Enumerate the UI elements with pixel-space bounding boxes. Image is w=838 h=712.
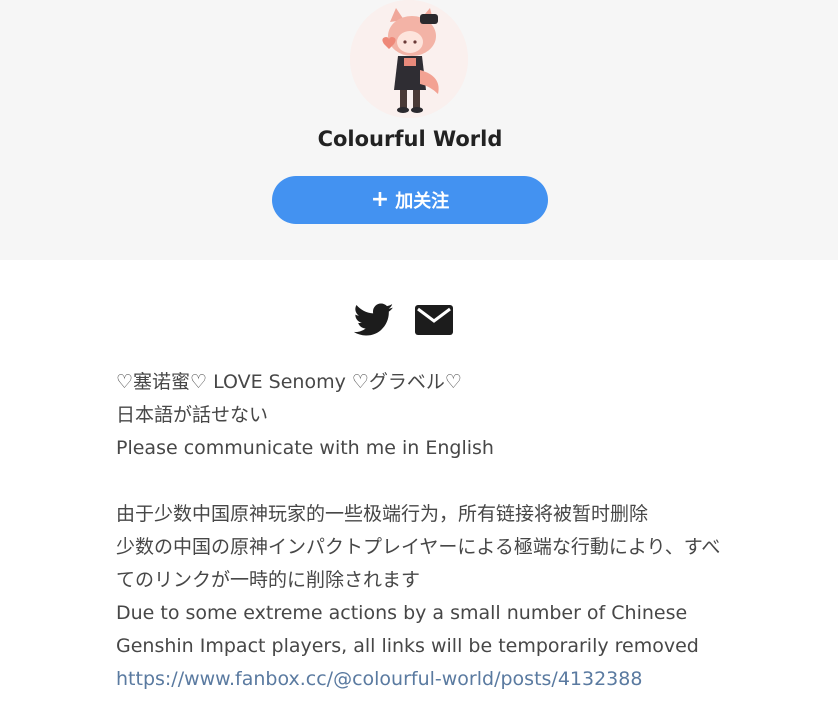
avatar-image — [350, 0, 468, 118]
follow-button-label: 加关注 — [395, 191, 450, 212]
plus-icon: + — [370, 187, 390, 212]
bio-spacer — [116, 465, 726, 498]
bio-line: 由于少数中国原神玩家的一些极端行为，所有链接将被暂时删除 — [116, 503, 649, 525]
twitter-icon[interactable] — [353, 300, 395, 340]
avatar[interactable] — [350, 0, 468, 118]
bio-line: Due to some extreme actions by a small n… — [116, 602, 699, 657]
bio-line: 日本語が話せない — [116, 404, 269, 426]
bio-line: Please communicate with me in English — [116, 437, 494, 459]
fanbox-link[interactable]: https://www.fanbox.cc/@colourful-world/p… — [116, 663, 726, 696]
bio-line: 少数の中国の原神インパクトプレイヤーによる極端な行動により、すべてのリンクが一時… — [116, 536, 721, 591]
profile-name: Colourful World — [317, 127, 503, 151]
follow-button[interactable]: + 加关注 — [272, 176, 548, 224]
profile-header: Colourful World + 加关注 — [0, 0, 838, 260]
bio-text: ♡塞诺蜜♡ LOVE Senomy ♡グラベル♡ 日本語が話せない Please… — [116, 366, 726, 696]
social-links — [0, 300, 808, 340]
mail-icon[interactable] — [413, 300, 455, 340]
bio-line: ♡塞诺蜜♡ LOVE Senomy ♡グラベル♡ — [116, 371, 462, 393]
